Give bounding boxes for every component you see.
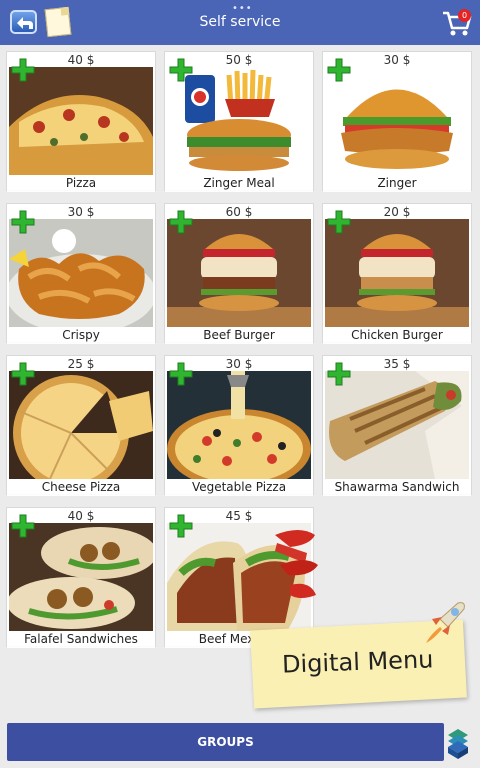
product-card[interactable]: 25 $ Cheese Pizza (6, 355, 156, 496)
product-name: Crispy (7, 327, 155, 344)
product-image (9, 67, 153, 175)
add-to-cart-icon[interactable] (326, 361, 352, 387)
drag-handle-icon: ••• (232, 3, 253, 14)
product-card[interactable]: 30 $ Zinger (322, 51, 472, 192)
product-image (9, 371, 153, 479)
layers-icon[interactable] (444, 725, 472, 761)
add-to-cart-icon[interactable] (10, 57, 36, 83)
product-name: Vegetable Pizza (165, 479, 313, 496)
product-name: Zinger (323, 175, 471, 192)
product-name: Shawarma Sandwich (323, 479, 471, 496)
product-card[interactable]: 60 $ Beef Burger (164, 203, 314, 344)
add-to-cart-icon[interactable] (168, 209, 194, 235)
product-card[interactable]: 40 $ Falafel Sandwiches (6, 507, 156, 648)
add-to-cart-icon[interactable] (168, 57, 194, 83)
product-image (167, 219, 311, 327)
product-image (167, 371, 311, 479)
add-to-cart-icon[interactable] (10, 361, 36, 387)
product-card[interactable]: 30 $ Crispy (6, 203, 156, 344)
product-card[interactable]: 35 $ Shawarma Sandwich (322, 355, 472, 496)
add-to-cart-icon[interactable] (10, 209, 36, 235)
add-to-cart-icon[interactable] (10, 513, 36, 539)
product-name: Falafel Sandwiches (7, 631, 155, 648)
page-title: Self service (199, 14, 281, 30)
add-to-cart-icon[interactable] (168, 513, 194, 539)
product-image (325, 67, 469, 175)
add-to-cart-icon[interactable] (168, 361, 194, 387)
product-image (325, 219, 469, 327)
product-image (167, 67, 311, 175)
product-name: Beef Burger (165, 327, 313, 344)
add-to-cart-icon[interactable] (326, 209, 352, 235)
product-image (325, 371, 469, 479)
product-name: Zinger Meal (165, 175, 313, 192)
product-name: Pizza (7, 175, 155, 192)
top-bar: ••• Self service 0 (0, 0, 480, 45)
product-image (9, 219, 153, 327)
rocket-icon (426, 602, 465, 643)
product-card[interactable]: 30 $ Vegetable Pizza (164, 355, 314, 496)
product-name: Chicken Burger (323, 327, 471, 344)
product-image (9, 523, 153, 631)
add-to-cart-icon[interactable] (326, 57, 352, 83)
product-card[interactable]: 40 $ Pizza (6, 51, 156, 192)
product-card[interactable]: 20 $ Chicken Burger (322, 203, 472, 344)
product-name: Cheese Pizza (7, 479, 155, 496)
cart-count-badge: 0 (458, 9, 471, 22)
product-card[interactable]: 50 $ Zinger Meal (164, 51, 314, 192)
promo-sticky-label: Digital Menu (281, 645, 434, 679)
chili-decoration (275, 530, 318, 598)
groups-button[interactable]: GROUPS (7, 723, 444, 761)
